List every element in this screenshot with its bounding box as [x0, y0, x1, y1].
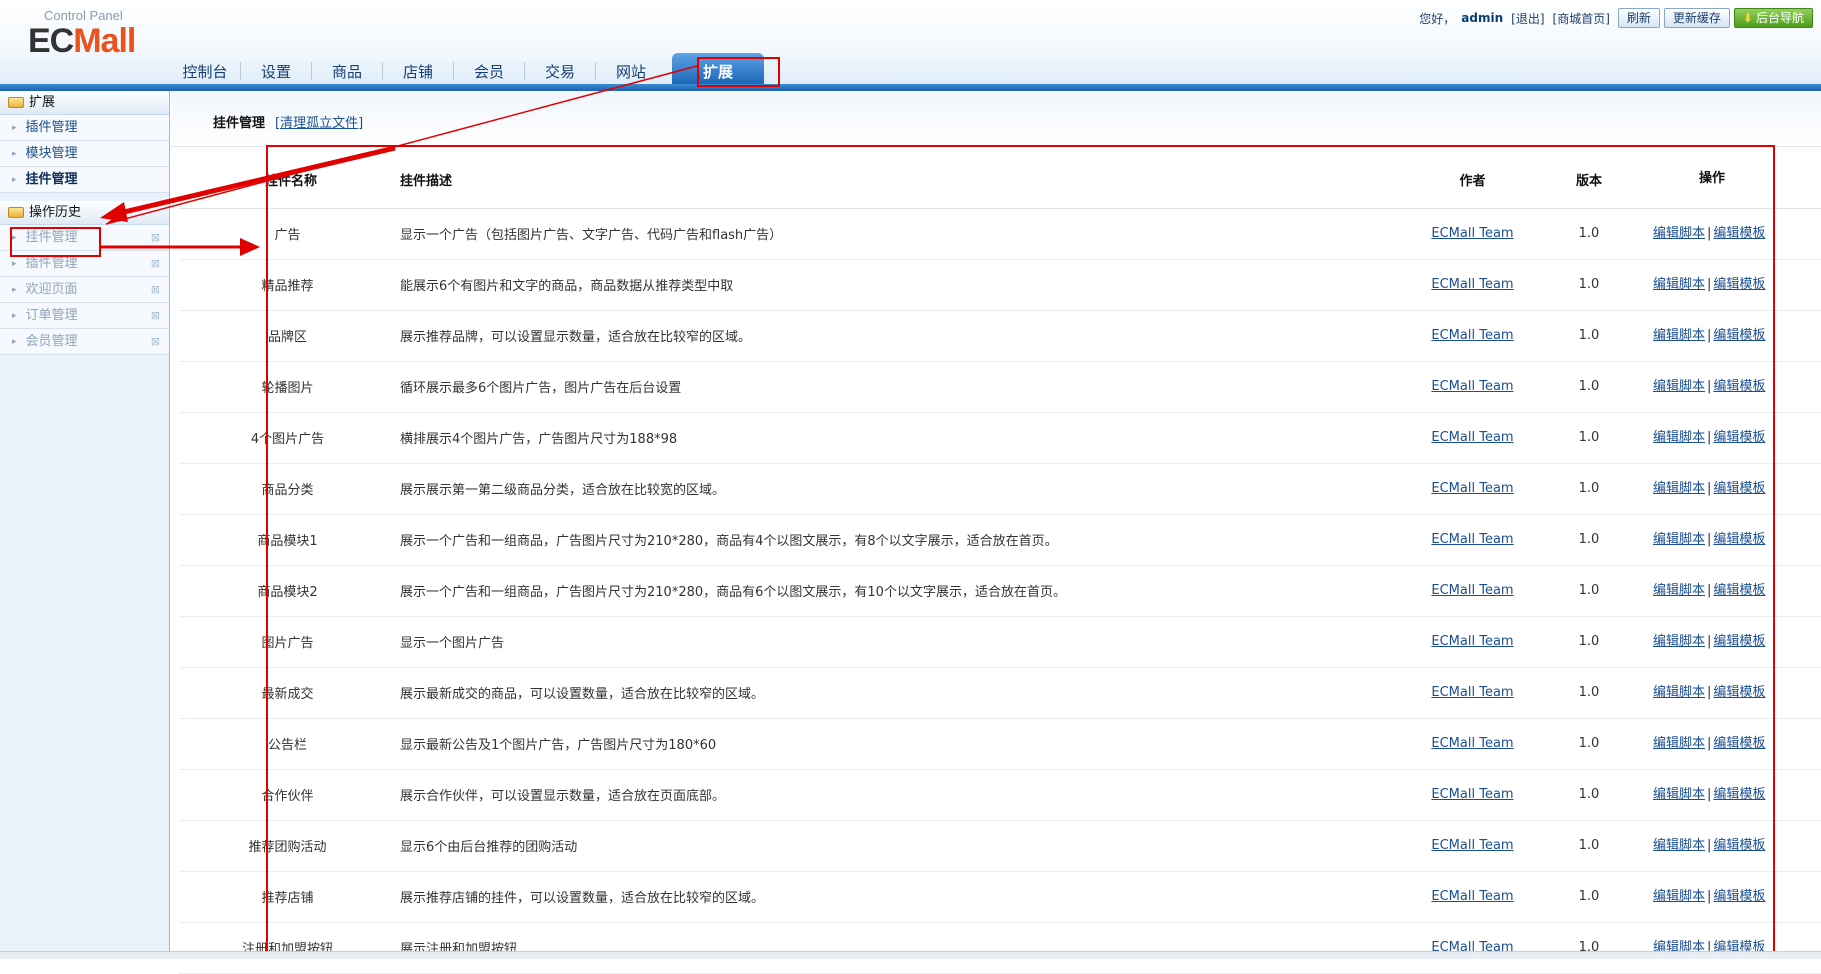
history-item-label: 欢迎页面 — [25, 281, 78, 297]
close-icon[interactable]: ⊠ — [151, 251, 160, 277]
annotation-box-nav-extend — [697, 57, 780, 87]
sidebar-item-plugins[interactable]: ▸ 插件管理 — [0, 115, 169, 141]
refresh-button[interactable]: 刷新 — [1617, 8, 1660, 28]
logout-link[interactable]: [退出] — [1511, 10, 1544, 27]
logo-text: ECMall — [28, 22, 136, 60]
user-toolbar: 您好， admin [退出] [商城首页] 刷新 更新缓存 ⬇ 后台导航 — [1419, 8, 1813, 28]
nav-members[interactable]: 会员 — [454, 53, 524, 84]
sidebar-item-label: 插件管理 — [25, 119, 78, 135]
annotation-box-history-widgets — [10, 227, 101, 257]
history-item-label: 订单管理 — [25, 307, 78, 323]
nav-stores[interactable]: 店铺 — [383, 53, 453, 84]
page-header: 挂件管理 [清理孤立文件] — [171, 91, 1821, 147]
sidebar: 扩展 ▸ 插件管理 ▸ 模块管理 ▸ 挂件管理 操作历史 ▸ 挂件管理 ⊠ ▸ 插件管理 ⊠ … — [0, 91, 170, 959]
sidebar-item-modules[interactable]: ▸ 模块管理 — [0, 141, 169, 167]
header-bottom-bar — [0, 84, 1821, 91]
sidebar-section-title: 扩展 — [29, 94, 56, 110]
bullet-icon: ▸ — [12, 148, 17, 159]
sidebar-section-extend: 扩展 — [0, 91, 169, 115]
folder-icon — [8, 97, 24, 108]
history-item-label: 会员管理 — [25, 333, 78, 349]
annotation-box-widget-table — [266, 145, 1775, 957]
folder-icon — [8, 207, 24, 218]
bullet-icon: ▸ — [12, 122, 17, 133]
close-icon[interactable]: ⊠ — [151, 303, 160, 329]
username: admin — [1461, 11, 1504, 25]
main-nav: 控制台 设置 商品 店铺 会员 交易 网站 扩展 — [170, 53, 764, 84]
bullet-icon: ▸ — [12, 284, 17, 295]
clean-orphan-files: [清理孤立文件] — [275, 116, 364, 131]
page-title: 挂件管理 — [213, 116, 266, 131]
nav-dashboard[interactable]: 控制台 — [170, 53, 240, 84]
sidebar-section-title: 操作历史 — [29, 204, 82, 220]
history-item-welcome[interactable]: ▸ 欢迎页面 ⊠ — [0, 277, 169, 303]
sidebar-item-label: 模块管理 — [25, 145, 78, 161]
admin-nav-button[interactable]: ⬇ 后台导航 — [1733, 8, 1813, 28]
clean-orphan-files-link[interactable]: 清理孤立文件 — [280, 116, 358, 131]
arrow-down-icon: ⬇ — [1742, 11, 1753, 25]
nav-settings[interactable]: 设置 — [241, 53, 311, 84]
close-icon[interactable]: ⊠ — [151, 329, 160, 355]
logo-subtitle: Control Panel — [44, 8, 123, 23]
bullet-icon: ▸ — [12, 174, 17, 185]
browser-status-bar — [0, 951, 1821, 959]
nav-trade[interactable]: 交易 — [525, 53, 595, 84]
store-home-link[interactable]: [商城首页] — [1553, 10, 1610, 27]
greeting-text: 您好， — [1419, 11, 1456, 26]
sidebar-item-widgets[interactable]: ▸ 挂件管理 — [0, 167, 169, 193]
nav-website[interactable]: 网站 — [596, 53, 666, 84]
close-icon[interactable]: ⊠ — [151, 277, 160, 303]
history-item-orders[interactable]: ▸ 订单管理 ⊠ — [0, 303, 169, 329]
close-icon[interactable]: ⊠ — [151, 225, 160, 251]
sidebar-item-label: 挂件管理 — [25, 171, 78, 187]
bullet-icon: ▸ — [12, 310, 17, 321]
admin-nav-label: 后台导航 — [1755, 11, 1804, 25]
update-cache-button[interactable]: 更新缓存 — [1663, 8, 1730, 28]
history-item-members[interactable]: ▸ 会员管理 ⊠ — [0, 329, 169, 355]
bullet-icon: ▸ — [12, 336, 17, 347]
header: Control Panel ECMall 您好， admin [退出] [商城首… — [0, 0, 1821, 91]
sidebar-section-history: 操作历史 — [0, 201, 169, 225]
nav-goods[interactable]: 商品 — [312, 53, 382, 84]
